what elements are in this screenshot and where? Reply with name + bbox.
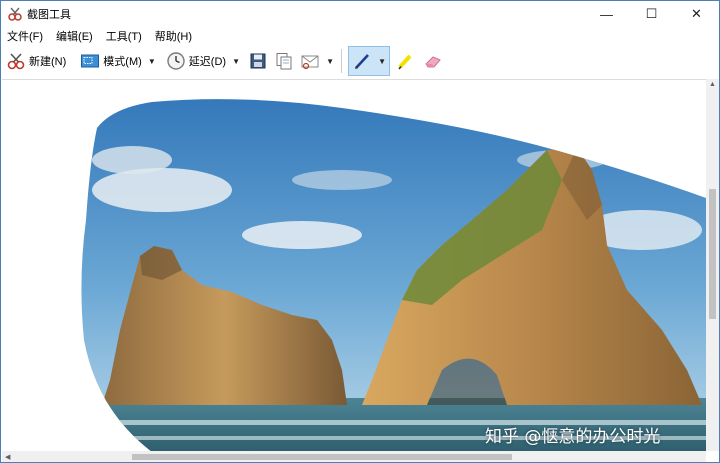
title-bar: 截图工具 — ☐ ✕: [1, 1, 719, 27]
minimize-button[interactable]: —: [584, 1, 629, 27]
send-dropdown-arrow[interactable]: ▼: [323, 48, 337, 74]
pen-icon: [352, 51, 372, 71]
menu-help[interactable]: 帮助(H): [149, 28, 199, 44]
new-snip-label: 新建(N): [29, 56, 67, 68]
mode-dropdown-arrow[interactable]: ▼: [145, 48, 159, 74]
copy-icon: [274, 51, 294, 71]
send-icon: [300, 51, 320, 71]
new-snip-button[interactable]: 新建(N): [3, 48, 69, 74]
toolbar: 新建(N) 模式(M) ▼ 延迟(D) ▼ ▼ ▼: [1, 45, 719, 77]
save-icon: [248, 51, 268, 71]
eraser-icon: [423, 51, 443, 71]
eraser-button[interactable]: [420, 48, 446, 74]
scroll-left-arrow-icon[interactable]: ◀: [5, 453, 10, 461]
scissors-icon: [6, 51, 26, 71]
snipping-tool-app-icon: [7, 6, 23, 22]
captured-landscape-image: [81, 99, 706, 451]
delay-label: 延迟(D): [188, 56, 227, 68]
mode-icon: [80, 51, 100, 71]
pen-button[interactable]: [349, 48, 375, 74]
save-button[interactable]: [245, 48, 271, 74]
watermark-text: 知乎 @惬意的办公时光: [485, 427, 661, 447]
highlighter-icon: [395, 51, 415, 71]
vertical-scrollbar[interactable]: ▲: [706, 79, 719, 451]
vertical-scroll-thumb[interactable]: [709, 189, 716, 319]
pen-dropdown-arrow[interactable]: ▼: [375, 48, 389, 74]
window-title: 截图工具: [27, 9, 71, 21]
clock-icon: [166, 51, 186, 71]
send-snip-button[interactable]: [297, 48, 323, 74]
scroll-up-arrow-icon[interactable]: ▲: [709, 81, 716, 88]
horizontal-scroll-thumb[interactable]: [132, 454, 512, 460]
maximize-button[interactable]: ☐: [629, 1, 674, 27]
pen-tool-group[interactable]: ▼: [348, 46, 391, 76]
highlighter-button[interactable]: [392, 48, 418, 74]
snipping-tool-window: 截图工具 — ☐ ✕ 文件(F) 编辑(E) 工具(T) 帮助(H) 新建(N): [0, 0, 720, 463]
mode-label: 模式(M): [103, 56, 142, 68]
mode-button[interactable]: 模式(M): [77, 48, 145, 74]
toolbar-separator: [341, 49, 343, 73]
menu-file[interactable]: 文件(F): [1, 28, 50, 44]
close-button[interactable]: ✕: [674, 1, 719, 27]
menu-edit[interactable]: 编辑(E): [50, 28, 100, 44]
copy-button[interactable]: [271, 48, 297, 74]
delay-button[interactable]: 延迟(D): [163, 48, 229, 74]
snip-canvas: [2, 79, 706, 451]
menu-bar: 文件(F) 编辑(E) 工具(T) 帮助(H): [1, 27, 719, 45]
menu-tools[interactable]: 工具(T): [100, 28, 149, 44]
horizontal-scrollbar[interactable]: ◀: [2, 451, 706, 462]
delay-dropdown-arrow[interactable]: ▼: [229, 48, 243, 74]
